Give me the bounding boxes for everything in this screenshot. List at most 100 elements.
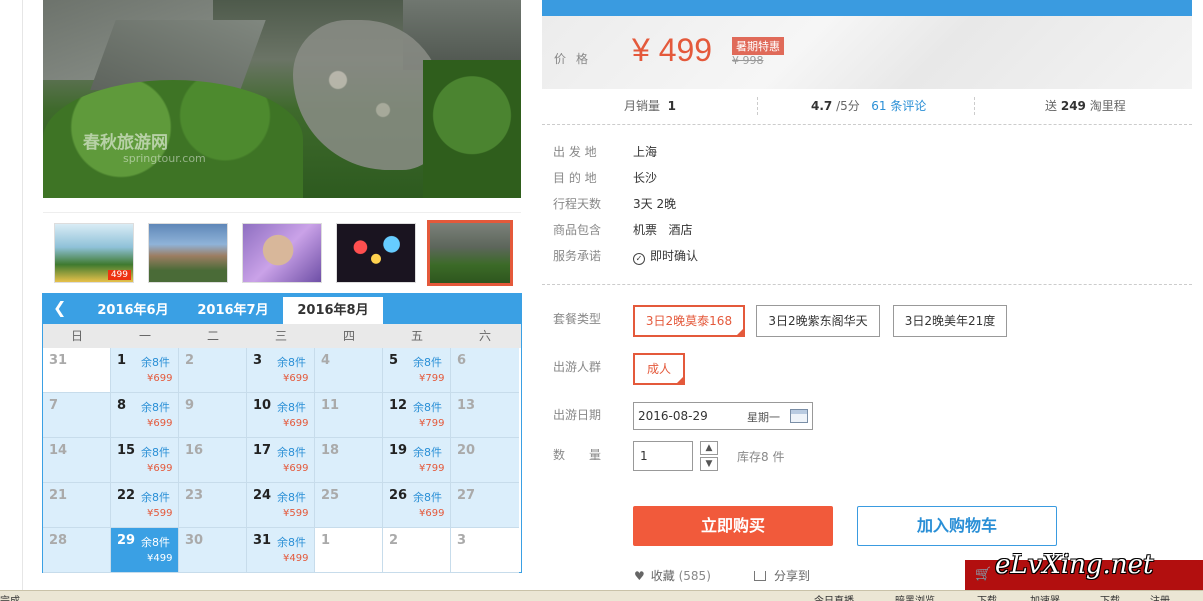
share-link[interactable]: 分享到 [754,567,810,584]
calendar-icon[interactable] [790,409,808,423]
day-number: 29 [117,533,136,548]
calendar-day[interactable]: 19 余8件 ¥799 [383,438,451,483]
quantity-increase-button[interactable]: ▲ [700,441,718,455]
day-stock: 余8件 [413,356,442,369]
status-item-live[interactable]: 今日直播 [814,592,854,601]
photo-watermark-url: springtour.com [123,152,206,165]
day-price: ¥799 [419,418,445,429]
calendar-day[interactable]: 8 余8件 ¥699 [111,393,179,438]
calendar-day[interactable]: 31 余8件 ¥499 [247,528,315,573]
calendar-day[interactable]: 3 余8件 ¥699 [247,348,315,393]
tab-month-july[interactable]: 2016年7月 [189,300,277,324]
day-price: ¥699 [283,463,309,474]
calendar-day: 25 [315,483,383,528]
thumbnail-2[interactable] [148,223,228,283]
chevron-left-icon[interactable]: ❮ [53,299,71,317]
weekday-label: 三 [274,329,287,343]
day-price: ¥599 [147,508,173,519]
calendar-day[interactable]: 29 余8件 ¥499 [111,528,179,573]
info-label: 行程天数 [553,197,602,211]
package-option-2[interactable]: 3日2晚紫东阁华天 [756,305,880,337]
rating-value: 4.7 [811,99,833,113]
section-divider [542,284,1192,285]
calendar-day: 1 [315,528,383,573]
calendar-day[interactable]: 26 余8件 ¥699 [383,483,451,528]
cart-icon: 🛒 [975,567,992,582]
package-option-3[interactable]: 3日2晚美年21度 [893,305,1007,337]
current-price: ¥ 499 [632,32,713,68]
calendar-day: 30 [179,528,247,573]
info-value: 3天 2晚 [633,197,677,211]
buy-now-button[interactable]: 立即购买 [633,506,833,546]
crowd-option-adult[interactable]: 成人 [633,353,685,385]
status-item-register[interactable]: 注册 [1150,592,1170,601]
miles-suffix: 淘里程 [1089,99,1126,113]
calendar-day[interactable]: 17 余8件 ¥699 [247,438,315,483]
day-stock: 余8件 [277,536,306,549]
price-label: 价格 [554,52,599,66]
status-item-accelerator[interactable]: 加速器 [1030,592,1060,601]
calendar-day[interactable]: 5 余8件 ¥799 [383,348,451,393]
calendar-day: 23 [179,483,247,528]
miles-value: 249 [1060,99,1086,113]
status-item-dark[interactable]: 暗黑浏览 [895,592,935,601]
day-price: ¥699 [419,508,445,519]
thumbnail-5[interactable] [427,220,513,286]
day-number: 18 [321,443,340,458]
calendar-day[interactable]: 15 余8件 ¥699 [111,438,179,483]
day-price: ¥799 [419,463,445,474]
share-icon [754,571,766,581]
travel-date-field[interactable]: 2016-08-29 星期一 [633,402,813,430]
thumbnail-3[interactable] [242,223,322,283]
day-number: 10 [253,398,272,413]
weekday-label: 六 [478,329,491,343]
day-number: 5 [389,353,399,368]
calendar-day[interactable]: 22 余8件 ¥599 [111,483,179,528]
status-item-download-2[interactable]: 下载 [1100,592,1120,601]
day-number: 1 [321,533,331,548]
info-value: 上海 [633,145,658,159]
calendar-header: ❮ 2016年6月 2016年7月 2016年8月 [43,294,521,324]
date-weekday: 星期一 [747,411,780,424]
calendar-day: 2 [179,348,247,393]
thumbnail-badge: 499 [107,270,131,280]
quantity-decrease-button[interactable]: ▼ [700,457,718,471]
calendar-day: 14 [43,438,111,483]
status-item-download[interactable]: 下载 [977,592,997,601]
calendar-day: 21 [43,483,111,528]
calendar-day: 2 [383,528,451,573]
day-stock: 余8件 [141,356,170,369]
day-number: 6 [457,353,467,368]
main-product-photo: 春秋旅游网 springtour.com [43,0,521,198]
weekday-label: 一 [138,329,151,343]
day-price: ¥699 [283,373,309,384]
day-number: 2 [389,533,399,548]
calendar-day: 16 [179,438,247,483]
info-label: 出 发 地 [553,145,597,159]
site-watermark: 🛒 eLvXing.net [965,550,1203,590]
day-number: 8 [117,398,127,413]
departure-calendar: ❮ 2016年6月 2016年7月 2016年8月 日一二三四五六 31 1 余8件… [42,293,522,573]
calendar-day[interactable]: 24 余8件 ¥599 [247,483,315,528]
crowd-label: 出游人群 [553,360,602,374]
info-value: 机票 酒店 [633,223,693,237]
weekday-label: 日 [70,329,83,343]
tab-month-august[interactable]: 2016年8月 [283,297,383,324]
add-to-cart-button[interactable]: 加入购物车 [857,506,1057,546]
calendar-day[interactable]: 1 余8件 ¥699 [111,348,179,393]
monthly-sales-label: 月销量 [624,99,661,113]
package-label: 套餐类型 [553,312,602,326]
tab-month-june[interactable]: 2016年6月 [89,300,177,324]
calendar-day[interactable]: 10 余8件 ¥699 [247,393,315,438]
thumbnail-1[interactable]: 499 [54,223,134,283]
reviews-link[interactable]: 61 条评论 [871,99,926,113]
package-option-1[interactable]: 3日2晚莫泰168 [633,305,745,337]
calendar-day[interactable]: 12 余8件 ¥799 [383,393,451,438]
quantity-input[interactable]: 1 [633,441,693,471]
day-price: ¥699 [283,418,309,429]
date-label: 出游日期 [553,408,602,422]
day-number: 16 [185,443,204,458]
favorite-link[interactable]: ♥ 收藏 (585) [634,567,711,584]
thumbnail-4[interactable] [336,223,416,283]
day-price: ¥499 [147,553,173,564]
